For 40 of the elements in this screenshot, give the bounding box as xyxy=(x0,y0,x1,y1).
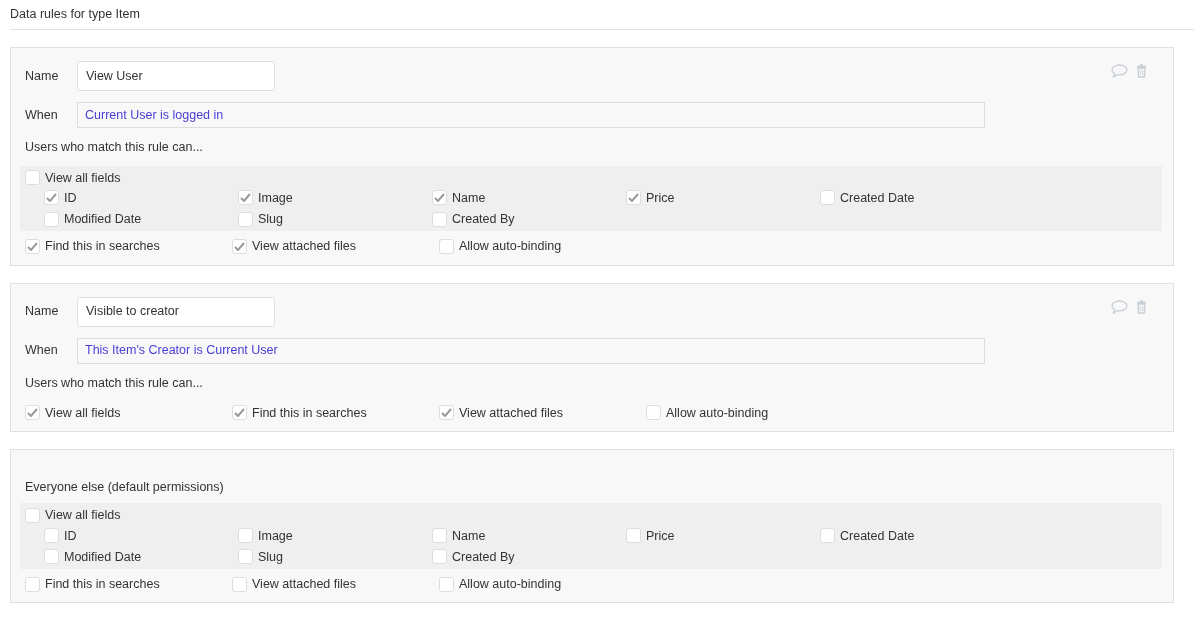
checkbox-label: ID xyxy=(64,189,77,206)
checkbox-label: Slug xyxy=(258,548,284,565)
checkbox-label: ID xyxy=(64,527,77,544)
field-label: When xyxy=(25,107,59,124)
checkbox-label: Find this in searches xyxy=(45,576,160,593)
checkbox-label: Allow auto-binding xyxy=(459,576,562,593)
section-label: Users who match this rule can... xyxy=(24,139,203,156)
field-label: Name xyxy=(25,303,60,320)
checkbox-label: View all fields xyxy=(45,169,121,186)
checkbox-label: View attached files xyxy=(252,238,356,255)
checkbox-label: Find this in searches xyxy=(252,404,367,421)
condition-field[interactable]: Current User is logged in xyxy=(77,102,985,129)
checkbox-label: Allow auto-binding xyxy=(459,238,562,255)
section-label: Users who match this rule can... xyxy=(24,374,203,391)
field-label: Name xyxy=(25,68,60,85)
checkbox-label: Find this in searches xyxy=(45,238,160,255)
checkbox-label: Slug xyxy=(258,211,284,228)
checkbox-label: View all fields xyxy=(45,507,121,524)
checkbox-label: Created Date xyxy=(840,189,915,206)
section-label: Everyone else (default permissions) xyxy=(24,479,224,496)
checkbox-label: Name xyxy=(452,189,486,206)
checkbox-label: Modified Date xyxy=(64,211,142,228)
checkbox-label: Created By xyxy=(452,211,515,228)
checkbox-label: Image xyxy=(258,527,293,544)
checkbox-label: Price xyxy=(646,189,675,206)
checkbox-label: View attached files xyxy=(252,576,356,593)
checkbox-label: Modified Date xyxy=(64,548,142,565)
page-title: Data rules for type Item xyxy=(10,6,140,23)
name-field[interactable]: Visible to creator xyxy=(77,296,275,327)
checkbox-label: Image xyxy=(258,189,293,206)
name-field[interactable]: View User xyxy=(77,61,275,92)
checkbox-label: Allow auto-binding xyxy=(666,404,769,421)
checkbox-label: View all fields xyxy=(45,404,121,421)
checkbox-label: Price xyxy=(646,527,675,544)
checkbox-label: View attached files xyxy=(459,404,563,421)
condition-field[interactable]: This Item's Creator is Current User xyxy=(77,337,985,364)
checkbox-label: Name xyxy=(452,527,486,544)
checkbox-label: Created By xyxy=(452,548,515,565)
field-label: When xyxy=(25,342,59,359)
checkbox-label: Created Date xyxy=(840,527,915,544)
